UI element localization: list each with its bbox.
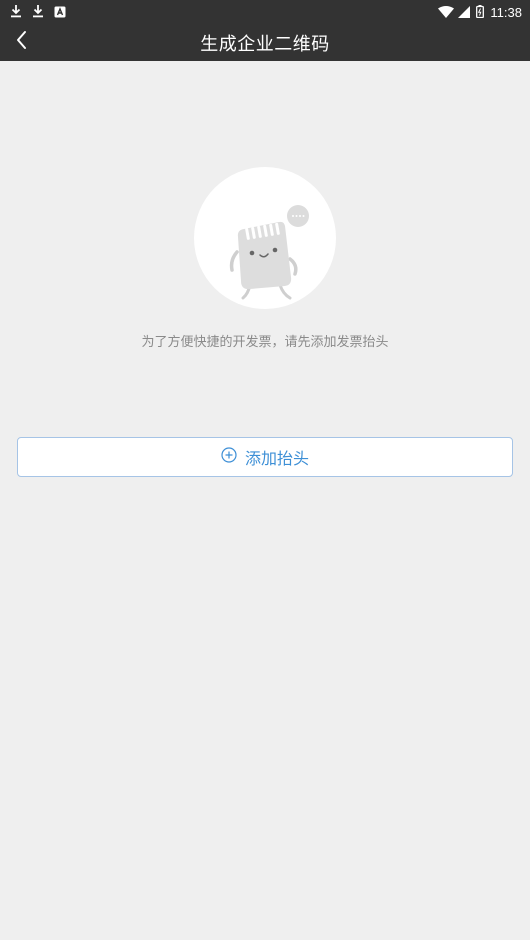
download-icon (32, 3, 44, 22)
main-content: 为了方便快捷的开发票，请先添加发票抬头 添加抬头 (0, 61, 530, 940)
app-notification-icon (54, 3, 66, 22)
status-time: 11:38 (490, 4, 522, 20)
wifi-icon (438, 3, 455, 22)
status-bar-right: 11:38 (438, 3, 522, 22)
battery-icon (476, 3, 485, 22)
sd-card-mascot-icon (229, 205, 309, 300)
signal-icon (458, 3, 471, 22)
page-title: 生成企业二维码 (200, 33, 330, 55)
empty-state-illustration (194, 167, 336, 309)
chevron-left-icon (15, 30, 29, 54)
empty-state-message: 为了方便快捷的开发票，请先添加发票抬头 (141, 335, 389, 350)
download-icon (10, 3, 22, 22)
status-bar-left (10, 3, 66, 22)
back-button[interactable] (8, 28, 36, 56)
add-header-button[interactable]: 添加抬头 (17, 437, 513, 477)
title-bar: 生成企业二维码 (0, 24, 530, 61)
plus-circle-icon (221, 447, 237, 467)
status-bar: 11:38 (0, 0, 530, 24)
add-header-label: 添加抬头 (244, 449, 309, 468)
